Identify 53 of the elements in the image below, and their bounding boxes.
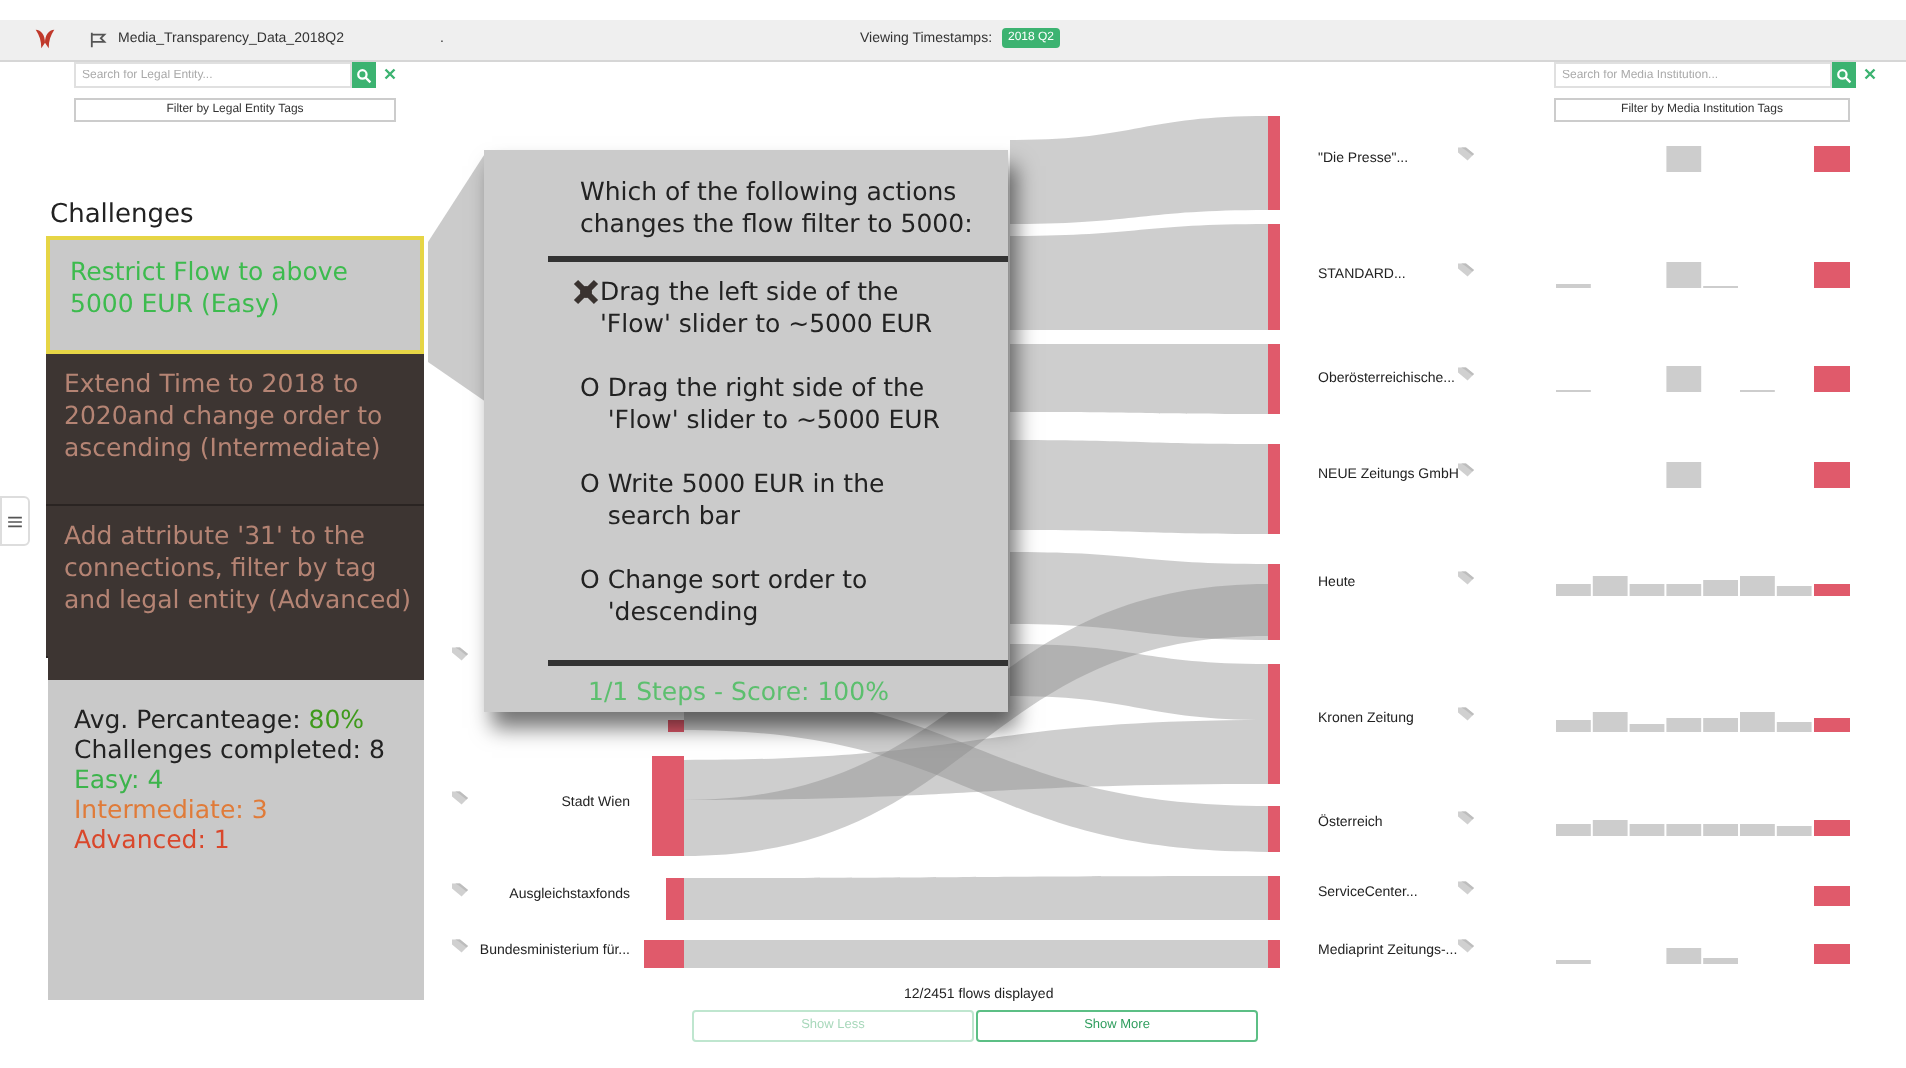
mini-bar xyxy=(1814,944,1850,964)
mini-bar xyxy=(1666,462,1702,488)
menu-tab[interactable] xyxy=(0,496,30,546)
node-bar[interactable] xyxy=(1268,444,1280,534)
option-text: Change sort order to 'descending xyxy=(607,564,870,628)
radio-marker: O xyxy=(580,564,600,596)
mini-bar xyxy=(1814,366,1850,392)
close-icon[interactable] xyxy=(1864,68,1876,80)
mini-bar xyxy=(1814,262,1850,288)
menu-icon xyxy=(8,515,22,527)
challenge-item[interactable]: Add attribute '31' to the connections, filter by tag and legal entity (Advanced) xyxy=(46,506,424,658)
quiz-question: Which of the following actions changes the flow filter to 5000: xyxy=(580,176,975,240)
mini-bar xyxy=(1666,146,1702,172)
mini-bar xyxy=(1814,886,1850,906)
node-bar[interactable] xyxy=(666,878,684,920)
node-bar[interactable] xyxy=(1268,806,1280,852)
logo-icon[interactable] xyxy=(32,26,58,52)
mini-bar xyxy=(1814,462,1850,488)
stats-value: 80% xyxy=(308,704,365,734)
stats-text: Intermediate: 3 xyxy=(74,794,270,824)
stats-text: Avg. Percanteage: xyxy=(74,704,303,734)
stats-text: Easy: 4 xyxy=(74,764,166,794)
node-bar[interactable] xyxy=(652,756,684,856)
option-text: Write 5000 EUR in the search bar xyxy=(607,468,887,532)
node-bar[interactable] xyxy=(1268,876,1280,920)
node-bar[interactable] xyxy=(1268,664,1280,784)
quiz-score: 1/1 Steps - Score: 100% xyxy=(588,676,891,708)
mini-bar xyxy=(1814,146,1850,172)
quiz-option[interactable]: O Change sort order to 'descending xyxy=(580,564,960,628)
quiz-option[interactable]: O Write 5000 EUR in the search bar xyxy=(580,468,960,532)
challenges-title: Challenges xyxy=(50,198,194,234)
stats-text: Challenges completed: 8 xyxy=(74,734,387,764)
close-icon[interactable] xyxy=(384,68,396,80)
challenge-item[interactable]: Extend Time to 2018 to 2020and change order to ascending (Intermediate) xyxy=(46,354,424,506)
search-icon xyxy=(1836,67,1852,83)
stats-text: Advanced: 1 xyxy=(74,824,232,854)
node-bar[interactable] xyxy=(1268,940,1280,968)
radio-marker: O xyxy=(580,468,600,500)
search-button[interactable] xyxy=(352,62,376,88)
option-text: Drag the right side of the 'Flow' slider to ~5000 EUR xyxy=(607,372,942,436)
node-bar[interactable] xyxy=(1268,344,1280,414)
node-bar[interactable] xyxy=(1268,224,1280,330)
quiz-option[interactable]: O Drag the right side of the 'Flow' slider to ~5000 EUR xyxy=(580,372,960,436)
tag-icon[interactable] xyxy=(1456,462,1476,478)
node-bar[interactable] xyxy=(1268,564,1280,640)
search-button[interactable] xyxy=(1832,62,1856,88)
radio-marker: O xyxy=(580,372,600,404)
flag-icon[interactable] xyxy=(90,32,108,48)
search-icon xyxy=(356,67,372,83)
node-bar[interactable] xyxy=(1268,116,1280,210)
node-bar[interactable] xyxy=(644,940,684,968)
node-bar[interactable] xyxy=(668,720,684,732)
mini-bar xyxy=(1666,366,1702,392)
